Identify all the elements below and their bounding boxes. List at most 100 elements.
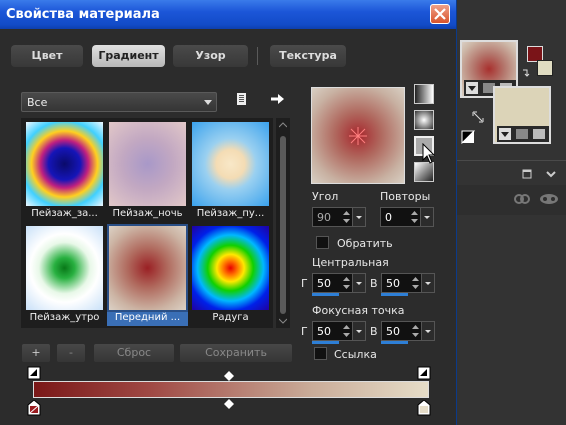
reset-button[interactable]: Сброс — [94, 344, 174, 362]
thumbnail-label: Пейзаж_утро — [29, 312, 100, 323]
focal-v-label: В — [370, 325, 378, 338]
center-horizontal-dropdown-button[interactable] — [352, 274, 365, 292]
spinner-arrows-icon[interactable] — [342, 208, 351, 226]
thumbnail-image — [109, 226, 186, 310]
tab-gradient[interactable]: Градиент — [92, 45, 165, 67]
midpoint-marker-bottom[interactable] — [224, 399, 234, 409]
repeats-dropdown-button[interactable] — [420, 208, 433, 226]
center-label: Центральная — [312, 256, 389, 269]
invert-label: Обратить — [337, 237, 393, 250]
thumbnail-label: Радуга — [212, 312, 249, 323]
document-icon[interactable] — [235, 92, 249, 106]
close-button[interactable] — [430, 4, 450, 24]
thumbnails-scrollbar[interactable] — [276, 118, 290, 328]
center-vertical-dropdown-button[interactable] — [421, 274, 434, 292]
tab-texture[interactable]: Текстура — [270, 45, 346, 67]
sunburst-style-button[interactable] — [414, 162, 434, 182]
end-color-stop[interactable] — [417, 400, 431, 416]
mask-icon[interactable] — [539, 192, 559, 206]
category-dropdown-value: Все — [27, 96, 48, 109]
panel-divider — [457, 160, 566, 161]
spinner-arrows-icon[interactable] — [342, 322, 351, 340]
toolbar-strip — [457, 185, 566, 215]
materials-panel — [457, 0, 566, 425]
link-label: Ссылка — [334, 348, 377, 361]
focal-vertical-bar — [381, 341, 408, 344]
focal-label: Фокусная точка — [312, 304, 405, 317]
add-button[interactable]: + — [22, 344, 50, 362]
focal-horizontal-value: 50 — [317, 325, 331, 338]
link-checkbox[interactable] — [314, 347, 327, 360]
thumbnail-item[interactable]: Пейзаж_утро — [24, 224, 105, 326]
thumbnail-label: Пейзаж_ночь — [112, 208, 183, 219]
focal-vertical-input[interactable]: 50 — [381, 321, 435, 341]
angle-input[interactable]: 90 — [312, 207, 366, 227]
background-color-swatch[interactable] — [537, 60, 553, 76]
chevron-down-icon[interactable] — [545, 170, 557, 178]
spinner-arrows-icon[interactable] — [342, 274, 351, 292]
category-dropdown[interactable]: Все — [21, 92, 217, 112]
dialog-title: Свойства материала — [6, 7, 160, 22]
title-bar[interactable]: Свойства материала — [0, 0, 456, 29]
gradient-preview[interactable] — [311, 87, 405, 184]
close-icon — [434, 8, 446, 20]
focal-horizontal-bar — [312, 341, 339, 344]
thumbnail-item[interactable]: Пейзаж_за... — [24, 120, 105, 222]
chevron-down-icon[interactable] — [279, 318, 287, 324]
default-colors-icon[interactable] — [461, 130, 475, 144]
save-button[interactable]: Сохранить — [180, 344, 292, 362]
focal-horizontal-input[interactable]: 50 — [312, 321, 366, 341]
remove-button[interactable]: - — [57, 344, 85, 362]
mouse-cursor-icon — [422, 143, 436, 164]
thumbnail-label: Передний ... — [107, 312, 188, 326]
gradient-editor-bar[interactable] — [33, 381, 429, 398]
center-v-label: В — [370, 277, 378, 290]
thumbnail-item[interactable]: Пейзаж_ночь — [107, 120, 188, 222]
angle-dropdown-button[interactable] — [352, 208, 365, 226]
thumbnail-label: Пейзаж_пу... — [196, 208, 265, 219]
center-horizontal-value: 50 — [317, 277, 331, 290]
thumbnail-image — [192, 122, 269, 206]
center-vertical-input[interactable]: 50 — [381, 273, 435, 293]
thumbnail-image — [192, 226, 269, 310]
spinner-arrows-icon[interactable] — [410, 208, 419, 226]
thumbnail-image — [26, 226, 103, 310]
focal-vertical-dropdown-button[interactable] — [421, 322, 434, 340]
thumbnail-item[interactable]: Радуга — [190, 224, 271, 326]
arrow-right-icon[interactable] — [270, 92, 286, 106]
gradient-thumbnails-panel: Пейзаж_за... Пейзаж_ночь Пейзаж_пу... Пе… — [21, 118, 273, 328]
invert-checkbox[interactable] — [316, 236, 329, 249]
tab-pattern[interactable]: Узор — [173, 45, 248, 67]
midpoint-marker-top[interactable] — [224, 371, 234, 381]
thumbnail-item-selected[interactable]: Передний ... — [107, 224, 188, 326]
focal-horizontal-dropdown-button[interactable] — [352, 322, 365, 340]
repeats-input[interactable]: 0 — [380, 207, 434, 227]
window-icon[interactable] — [521, 168, 535, 180]
start-color-stop[interactable] — [27, 400, 41, 416]
swap-icon[interactable] — [471, 110, 485, 124]
center-vertical-bar — [381, 293, 408, 296]
tab-color[interactable]: Цвет — [11, 45, 83, 67]
swap-colors-icon[interactable] — [521, 66, 535, 80]
spinner-arrows-icon[interactable] — [411, 322, 420, 340]
linear-style-button[interactable] — [414, 84, 434, 104]
end-color-stop-top[interactable] — [417, 366, 431, 380]
angle-value: 90 — [317, 211, 331, 224]
center-vertical-value: 50 — [386, 277, 400, 290]
link-chain-icon[interactable] — [513, 191, 531, 207]
spinner-arrows-icon[interactable] — [411, 274, 420, 292]
thumbnail-image — [26, 122, 103, 206]
background-gradient-swatch[interactable] — [493, 86, 551, 144]
thumbnail-item[interactable]: Пейзаж_пу... — [190, 120, 271, 222]
focal-vertical-value: 50 — [386, 325, 400, 338]
center-point-icon[interactable] — [348, 126, 368, 146]
repeats-label: Повторы — [380, 190, 431, 203]
rectangular-style-button[interactable] — [414, 110, 434, 130]
center-g-label: Г — [301, 277, 308, 290]
start-color-stop-top[interactable] — [27, 366, 41, 380]
chevron-up-icon[interactable] — [279, 122, 287, 128]
swatch-options — [497, 126, 549, 142]
scrollbar-thumb[interactable] — [280, 136, 286, 314]
center-horizontal-input[interactable]: 50 — [312, 273, 366, 293]
center-horizontal-bar — [312, 293, 339, 296]
